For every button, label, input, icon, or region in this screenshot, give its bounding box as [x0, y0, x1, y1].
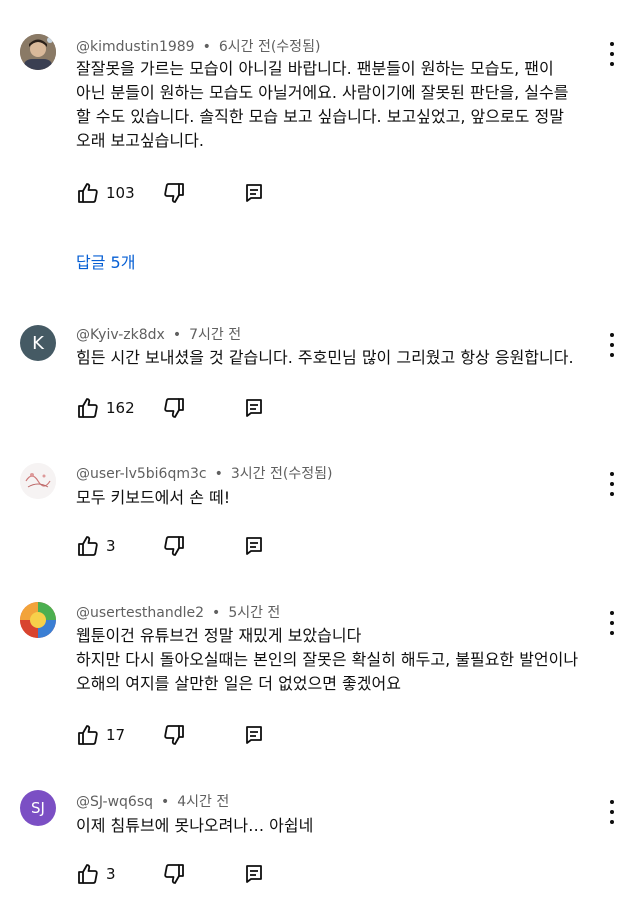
avatar[interactable] [20, 602, 56, 638]
comment-reply-icon [246, 184, 262, 202]
comment-meta: @Kyiv-zk8dx • 7시간 전 [76, 327, 242, 343]
comment-reply-icon [246, 865, 262, 883]
comment-actions: 3 [76, 862, 276, 886]
author-name[interactable]: @kimdustin1989 [76, 39, 195, 55]
comment-meta: @SJ-wq6sq • 4시간 전 [76, 794, 230, 810]
dislike-button[interactable] [162, 181, 186, 205]
comment-actions: 17 [76, 723, 276, 747]
thumbs-down-icon [164, 725, 184, 745]
like-count: 17 [106, 726, 126, 744]
like-button[interactable]: 103 [76, 181, 135, 205]
comment-time: 7시간 전 [189, 327, 242, 343]
thumbs-up-icon [78, 536, 98, 556]
reply-button[interactable] [242, 396, 266, 420]
dislike-button[interactable] [162, 534, 186, 558]
avatar[interactable] [20, 34, 56, 70]
comment-reply-icon [246, 399, 262, 417]
comment-line: 오래 보고싶습니다. [76, 131, 204, 150]
comments-list: @kimdustin1989 • 6시간 전(수정됨) 잘잘못을 가르는 모습이 아… [0, 0, 640, 909]
like-button[interactable]: 3 [76, 862, 116, 886]
avatar-letter: K [32, 332, 44, 354]
comment-line: 웹툰이건 유튜브건 정말 재밌게 보았습니다 [76, 626, 362, 645]
comment-actions: 162 [76, 396, 276, 420]
thumbs-up-icon [78, 864, 98, 884]
comment-line: 모두 키보드에서 손 떼! [76, 488, 231, 507]
comment-time: 3시간 전(수정됨) [230, 466, 333, 482]
like-count: 103 [106, 184, 135, 202]
avatar[interactable]: SJ [20, 790, 56, 826]
avatar[interactable] [20, 463, 56, 499]
comment-text: 웹툰이건 유튜브건 정말 재밌게 보았습니다 하지만 다시 돌아오실때는 본인의… [76, 624, 604, 696]
thumbs-down-icon [164, 864, 184, 884]
comment-meta: @kimdustin1989 • 6시간 전(수정됨) [76, 39, 321, 55]
comment-reply-icon [246, 537, 262, 555]
thumbs-down-icon [164, 398, 184, 418]
reply-button[interactable] [242, 181, 266, 205]
author-name[interactable]: @SJ-wq6sq [76, 794, 153, 810]
avatar[interactable]: K [20, 325, 56, 361]
dislike-button[interactable] [162, 862, 186, 886]
thumbs-down-icon [164, 183, 184, 203]
reply-button[interactable] [242, 862, 266, 886]
comment-line: 이제 침튜브에 못나오려나… 아쉽네 [76, 816, 314, 835]
comment-line: 하지만 다시 돌아오실때는 본인의 잘못은 확실히 해두고, 불필요한 발언이나 [76, 650, 579, 669]
comment-time: 5시간 전 [228, 605, 281, 621]
like-count: 3 [106, 537, 116, 555]
author-name[interactable]: @user-lv5bi6qm3c [76, 466, 207, 482]
like-button[interactable]: 3 [76, 534, 116, 558]
comment-time: 6시간 전(수정됨) [218, 39, 321, 55]
comment-time: 4시간 전 [177, 794, 230, 810]
comment-text: 이제 침튜브에 못나오려나… 아쉽네 [76, 814, 604, 838]
dislike-button[interactable] [162, 396, 186, 420]
thumbs-up-icon [78, 183, 98, 203]
comment-line: 아닌 분들이 원하는 모습도 아닐거에요. 사람이기에 잘못된 판단을, 실수를 [76, 83, 569, 102]
thumbs-up-icon [78, 725, 98, 745]
comment-meta: @usertesthandle2 • 5시간 전 [76, 605, 281, 621]
avatar-letter: SJ [31, 799, 45, 817]
more-vertical-icon[interactable] [608, 470, 616, 498]
comment-meta: @user-lv5bi6qm3c • 3시간 전(수정됨) [76, 466, 333, 482]
more-vertical-icon[interactable] [608, 609, 616, 637]
thumbs-down-icon [164, 536, 184, 556]
comment-line: 오해의 여지를 살만한 일은 더 없었으면 좋겠어요 [76, 674, 401, 693]
more-vertical-icon[interactable] [608, 40, 616, 68]
like-button[interactable]: 17 [76, 723, 125, 747]
comment-line: 할 수도 있습니다. 솔직한 모습 보고 싶습니다. 보고싶었고, 앞으로도 정… [76, 107, 564, 126]
comment-reply-icon [246, 726, 262, 744]
comment-text: 잘잘못을 가르는 모습이 아니길 바랍니다. 팬분들이 원하는 모습도, 팬이 … [76, 57, 604, 153]
author-name[interactable]: @Kyiv-zk8dx [76, 327, 165, 343]
comment-line: 잘잘못을 가르는 모습이 아니길 바랍니다. 팬분들이 원하는 모습도, 팬이 [76, 59, 554, 78]
comment-text: 힘든 시간 보내셨을 것 같습니다. 주호민님 많이 그리웠고 항상 응원합니다… [76, 346, 604, 370]
view-replies-link[interactable]: 답글 5개 [76, 249, 135, 273]
comment-line: 힘든 시간 보내셨을 것 같습니다. 주호민님 많이 그리웠고 항상 응원합니다… [76, 348, 574, 367]
more-vertical-icon[interactable] [608, 798, 616, 826]
like-count: 3 [106, 865, 116, 883]
comment-text: 모두 키보드에서 손 떼! [76, 486, 604, 510]
more-vertical-icon[interactable] [608, 331, 616, 359]
comment-actions: 103 [76, 181, 276, 205]
reply-button[interactable] [242, 723, 266, 747]
thumbs-up-icon [78, 398, 98, 418]
comment-actions: 3 [76, 534, 276, 558]
reply-button[interactable] [242, 534, 266, 558]
author-name[interactable]: @usertesthandle2 [76, 605, 204, 621]
like-button[interactable]: 162 [76, 396, 135, 420]
dislike-button[interactable] [162, 723, 186, 747]
like-count: 162 [106, 399, 135, 417]
